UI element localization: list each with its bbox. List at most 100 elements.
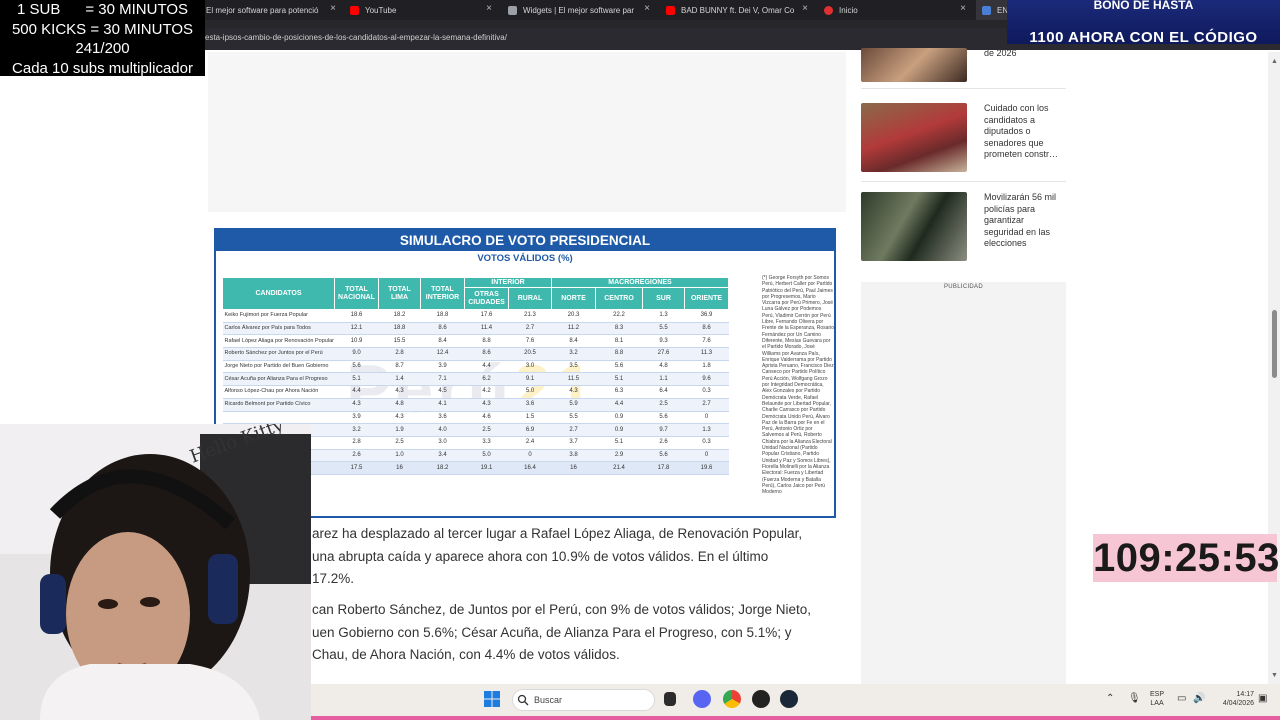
value-cell: 8.4 [551, 334, 596, 349]
search-placeholder: Buscar [534, 695, 563, 705]
value-cell: 2.6 [642, 436, 685, 450]
value-cell: 11.4 [464, 322, 509, 336]
value-cell: 1.9 [378, 423, 421, 437]
language-indicator[interactable]: ESP LAA [1150, 690, 1164, 708]
col-header: ORIENTE [684, 287, 729, 310]
tab-title: BAD BUNNY ft. Dei V, Omar Co [681, 5, 795, 15]
tab-title: Widgets | El mejor software par [523, 5, 635, 15]
chrome-icon[interactable] [723, 690, 741, 708]
value-cell: 3.0 [508, 360, 552, 374]
value-cell: 17.8 [642, 461, 685, 475]
value-cell: 16 [551, 461, 596, 475]
tab-youtube[interactable]: YouTube × [344, 0, 496, 20]
ad-sidebar: PUBLICIDAD [861, 282, 1066, 687]
value-cell: 4.0 [420, 423, 465, 437]
value-cell: 19.1 [464, 461, 509, 475]
ad-slot [208, 52, 846, 212]
col-header: TOTAL NACIONAL [334, 277, 379, 310]
notification-icon[interactable]: ▣ [1258, 693, 1267, 704]
news-title[interactable]: de 2026 [984, 48, 1066, 60]
tab-close-icon[interactable]: × [330, 4, 336, 14]
site-icon [982, 5, 991, 15]
news-item[interactable]: Cuidado con los candidatos a diputados o… [861, 103, 1066, 182]
windows-start-icon[interactable] [484, 691, 500, 707]
value-cell: 8.6 [684, 322, 729, 336]
value-cell: 4.4 [334, 385, 379, 399]
value-cell: 21.3 [508, 309, 552, 323]
value-cell: 2.7 [684, 398, 729, 412]
candidate-cell: Carlos Álvarez por País para Todos [222, 322, 335, 336]
value-cell: 8.6 [464, 347, 509, 361]
article-paragraph-1: arez ha desplazado al tercer lugar a Raf… [312, 523, 832, 591]
scroll-up-icon[interactable]: ▲ [1271, 58, 1278, 65]
value-cell: 11.2 [551, 322, 596, 336]
value-cell: 9.7 [642, 423, 685, 437]
steam-icon[interactable] [780, 690, 798, 708]
news-title[interactable]: Cuidado con los candidatos a diputados o… [984, 103, 1066, 161]
clock[interactable]: 14:17 4/04/2026 [1212, 690, 1254, 708]
value-cell: 36.9 [684, 309, 729, 323]
value-cell: 3.2 [551, 347, 596, 361]
youtube-icon [350, 5, 359, 15]
tab-widgets[interactable]: Widgets | El mejor software par × [502, 0, 654, 20]
clock-time: 14:17 [1236, 691, 1254, 698]
tab-bad-bunny[interactable]: BAD BUNNY ft. Dei V, Omar Co × [660, 0, 812, 20]
scrollbar-thumb[interactable] [1272, 310, 1277, 378]
value-cell: 3.6 [508, 398, 552, 412]
value-cell: 11.3 [684, 347, 729, 361]
tab-close-icon[interactable]: × [802, 4, 808, 14]
col-header: CENTRO [595, 287, 643, 310]
value-cell: 17.6 [464, 309, 509, 323]
value-cell: 9.1 [508, 372, 552, 387]
tab-inicio[interactable]: Inicio × [818, 0, 970, 20]
volume-icon[interactable]: 🔊 [1193, 693, 1205, 704]
tab-close-icon[interactable]: × [486, 4, 492, 14]
value-cell: 4.3 [551, 385, 596, 399]
value-cell: 1.8 [684, 360, 729, 374]
news-item[interactable]: de 2026 [861, 48, 1066, 89]
value-cell: 8.4 [420, 334, 465, 349]
value-cell: 3.0 [420, 436, 465, 450]
news-thumbnail[interactable] [861, 48, 967, 82]
infographic-notes: (*) George Forsyth por Somos Perú, Herbe… [762, 275, 834, 496]
value-cell: 8.1 [595, 334, 643, 349]
scroll-down-icon[interactable]: ▼ [1271, 672, 1278, 679]
news-thumbnail[interactable] [861, 103, 967, 172]
value-cell: 6.9 [508, 423, 552, 437]
table-row: 3.9 4.3 3.6 4.6 1.5 5.5 0.9 5.6 0 [222, 411, 729, 425]
chevron-up-icon[interactable]: ⌃ [1106, 693, 1114, 704]
value-cell: 8.3 [595, 322, 643, 336]
value-cell: 2.4 [508, 436, 552, 450]
value-cell: 2.9 [595, 449, 643, 463]
task-view-icon[interactable] [664, 692, 676, 706]
value-cell: 5.5 [551, 411, 596, 425]
value-cell: 3.3 [464, 436, 509, 450]
value-cell: 11.5 [551, 372, 596, 387]
value-cell: 9.0 [334, 347, 379, 361]
url-text[interactable]: esta-ipsos-cambio-de-posiciones-de-los-c… [205, 33, 507, 42]
value-cell: 3.9 [334, 411, 379, 425]
news-item[interactable]: Movilizarán 56 mil policías para garanti… [861, 192, 1066, 270]
microphone-icon[interactable]: 🎙 [1128, 693, 1141, 704]
value-cell: 4.8 [378, 398, 421, 412]
news-title[interactable]: Movilizarán 56 mil policías para garanti… [984, 192, 1066, 250]
tab-close-icon[interactable]: × [644, 4, 650, 14]
table-row: Rafael López Aliaga por Renovación Popul… [222, 334, 729, 349]
value-cell: 4.3 [378, 411, 421, 425]
value-cell: 3.5 [551, 360, 596, 374]
lang-top: ESP [1150, 691, 1165, 698]
subathon-timer: 109:25:53 [1093, 534, 1280, 582]
obs-icon[interactable] [752, 690, 770, 708]
webcam-feed: Hello Kitty [0, 424, 311, 720]
news-thumbnail[interactable] [861, 192, 967, 261]
value-cell: 6.4 [642, 385, 685, 399]
value-cell: 1.3 [684, 423, 729, 437]
value-cell: 18.2 [378, 309, 421, 323]
search-icon [517, 694, 529, 706]
tab-software-1[interactable]: El mejor software para potenció × [196, 0, 340, 20]
value-cell: 12.1 [334, 322, 379, 336]
network-icon[interactable]: ▭ [1177, 693, 1186, 704]
tab-close-icon[interactable]: × [960, 4, 966, 14]
discord-icon[interactable] [693, 690, 711, 708]
value-cell: 18.2 [420, 461, 465, 475]
